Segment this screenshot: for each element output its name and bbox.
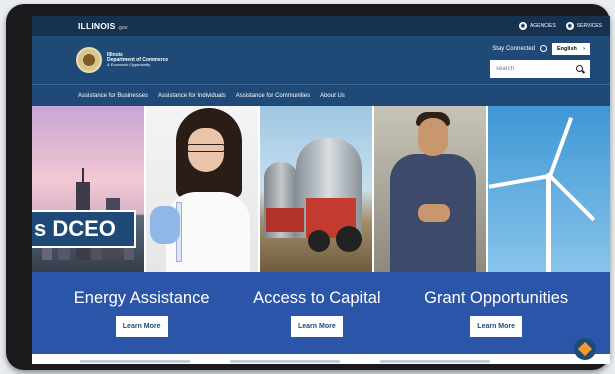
- department-name[interactable]: Illinois Department of Commerce & Econom…: [107, 52, 168, 68]
- farm-silo-image: [260, 106, 374, 272]
- worker-image: [374, 106, 488, 272]
- nav-item-communities[interactable]: Assistance for Communities: [236, 93, 310, 99]
- language-value: English: [557, 45, 577, 52]
- cta-grant-opportunities: Grant Opportunities Learn More: [424, 289, 568, 337]
- cta-energy-assistance: Energy Assistance Learn More: [74, 289, 210, 337]
- brand-name: ILLINOIS: [78, 21, 116, 31]
- services-link[interactable]: ◉ SERVICES: [565, 22, 602, 30]
- learn-more-button[interactable]: Learn More: [470, 316, 523, 337]
- search-input[interactable]: [496, 65, 576, 72]
- wind-turbine-image: [488, 106, 610, 272]
- state-seal-logo[interactable]: [76, 47, 102, 73]
- tablet-frame: ILLINOIS .gov ◉ AGENCIES ◉ SERVICES Illin…: [6, 4, 610, 370]
- cube-app-icon[interactable]: [574, 338, 596, 360]
- stay-connected-label[interactable]: Stay Connected: [492, 46, 535, 52]
- nav-item-about-us[interactable]: About Us: [320, 93, 345, 99]
- nav-item-businesses[interactable]: Assistance for Businesses: [78, 93, 148, 99]
- brand-suffix: .gov: [117, 25, 128, 31]
- language-selector[interactable]: English ›: [552, 42, 590, 55]
- agencies-label: AGENCIES: [529, 23, 556, 29]
- cta-title: Access to Capital: [253, 289, 381, 307]
- cta-access-to-capital: Access to Capital Learn More: [253, 289, 381, 337]
- topbar-links: ◉ AGENCIES ◉ SERVICES: [518, 22, 602, 30]
- hero-badge: s DCEO: [32, 210, 136, 248]
- cta-title: Grant Opportunities: [424, 289, 569, 307]
- services-label: SERVICES: [576, 23, 602, 29]
- top-bar: ILLINOIS .gov ◉ AGENCIES ◉ SERVICES: [32, 16, 610, 36]
- header-right: Stay Connected English ›: [490, 42, 590, 78]
- search-box: [490, 59, 590, 78]
- chevron-right-icon: ›: [583, 45, 585, 52]
- dept-line-3: & Economic Opportunity: [107, 62, 151, 68]
- illinois-brand[interactable]: ILLINOIS .gov: [78, 21, 128, 31]
- below-fold-strip: [32, 354, 610, 364]
- search-icon[interactable]: [576, 64, 584, 73]
- learn-more-button[interactable]: Learn More: [290, 316, 343, 337]
- agencies-icon: ◉: [518, 22, 527, 30]
- main-nav: Assistance for Businesses Assistance for…: [32, 84, 610, 106]
- agencies-link[interactable]: ◉ AGENCIES: [518, 22, 556, 30]
- cta-band: Energy Assistance Learn More Access to C…: [32, 272, 610, 354]
- cta-title: Energy Assistance: [73, 289, 210, 307]
- connect-row: Stay Connected English ›: [492, 42, 590, 55]
- hero-carousel: s DCEO: [32, 106, 610, 272]
- site-header: Illinois Department of Commerce & Econom…: [32, 36, 610, 84]
- nav-item-individuals[interactable]: Assistance for Individuals: [158, 93, 226, 99]
- learn-more-button[interactable]: Learn More: [115, 316, 168, 337]
- browser-screen: ILLINOIS .gov ◉ AGENCIES ◉ SERVICES Illin…: [32, 16, 610, 364]
- services-icon: ◉: [565, 22, 574, 30]
- scientist-image: [146, 106, 260, 272]
- globe-icon: [540, 45, 547, 52]
